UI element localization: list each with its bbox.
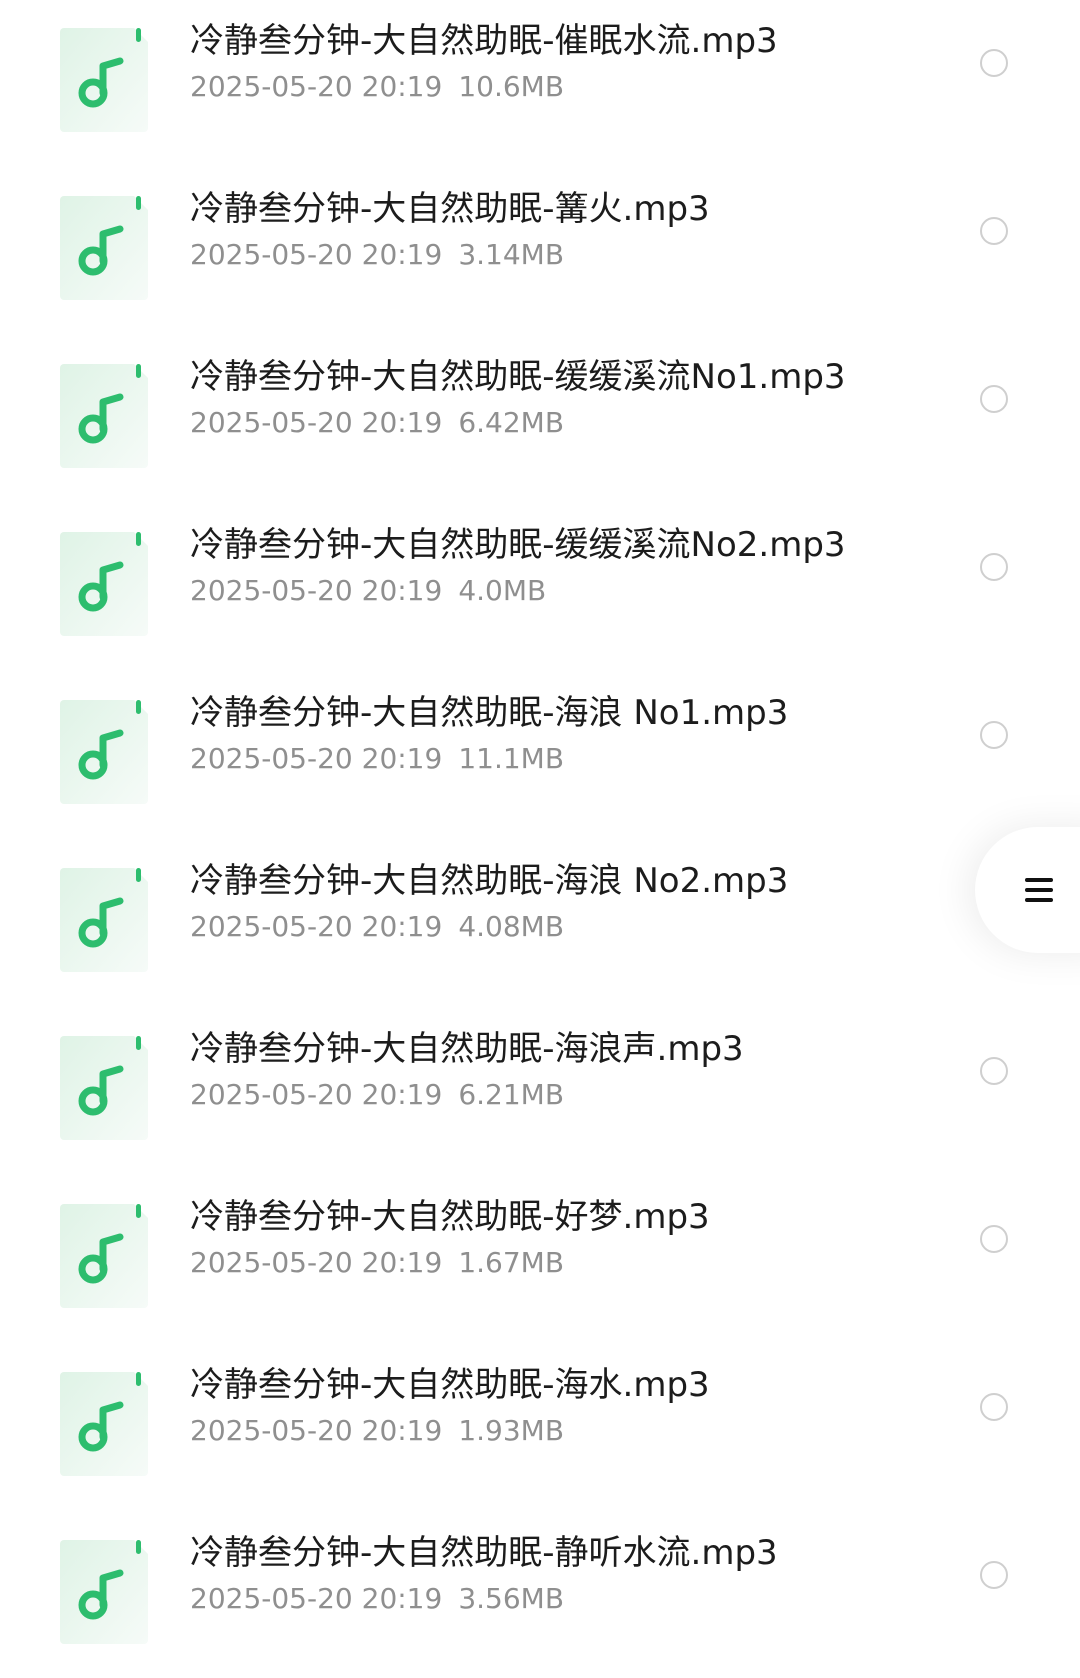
file-text: 冷静叁分钟-大自然助眠-篝火.mp3 2025-05-20 20:19 3.14MB (190, 186, 950, 275)
file-name: 冷静叁分钟-大自然助眠-海水.mp3 (190, 1365, 710, 1405)
file-name: 冷静叁分钟-大自然助眠-篝火.mp3 (190, 189, 710, 229)
file-meta: 2025-05-20 20:19 1.67MB (190, 1243, 950, 1283)
file-row[interactable]: 冷静叁分钟-大自然助眠-缓缓溪流No1.mp3 2025-05-20 20:19 6… (0, 334, 1080, 502)
file-date: 2025-05-20 20:19 (190, 1246, 443, 1279)
file-row[interactable]: 冷静叁分钟-大自然助眠-篝火.mp3 2025-05-20 20:19 3.14MB (0, 166, 1080, 334)
file-name: 冷静叁分钟-大自然助眠-海浪声.mp3 (190, 1029, 744, 1069)
file-date: 2025-05-20 20:19 (190, 742, 443, 775)
music-note-icon (60, 532, 148, 636)
file-date: 2025-05-20 20:19 (190, 910, 443, 943)
file-row[interactable]: 冷静叁分钟-大自然助眠-好梦.mp3 2025-05-20 20:19 1.67MB (0, 1174, 1080, 1342)
file-name: 冷静叁分钟-大自然助眠-静听水流.mp3 (190, 1533, 778, 1573)
music-note-icon (60, 364, 148, 468)
file-date: 2025-05-20 20:19 (190, 238, 443, 271)
music-note-icon (60, 1036, 148, 1140)
file-row[interactable]: 冷静叁分钟-大自然助眠-海浪 No1.mp3 2025-05-20 20:19 11… (0, 670, 1080, 838)
file-size: 10.6MB (458, 70, 565, 103)
music-note-icon (60, 700, 148, 804)
file-meta: 2025-05-20 20:19 6.21MB (190, 1075, 950, 1115)
file-text: 冷静叁分钟-大自然助眠-海浪 No1.mp3 2025-05-20 20:19 11… (190, 690, 950, 779)
file-row[interactable]: 冷静叁分钟-大自然助眠-缓缓溪流No2.mp3 2025-05-20 20:19 4… (0, 502, 1080, 670)
select-radio[interactable] (980, 1225, 1008, 1253)
music-note-icon (60, 196, 148, 300)
file-meta: 2025-05-20 20:19 3.14MB (190, 235, 950, 275)
file-date: 2025-05-20 20:19 (190, 1078, 443, 1111)
file-meta: 2025-05-20 20:19 10.6MB (190, 67, 950, 107)
select-radio[interactable] (980, 1057, 1008, 1085)
file-text: 冷静叁分钟-大自然助眠-缓缓溪流No1.mp3 2025-05-20 20:19 6… (190, 354, 950, 443)
file-name: 冷静叁分钟-大自然助眠-缓缓溪流No2.mp3 (190, 525, 846, 565)
select-radio[interactable] (980, 385, 1008, 413)
file-date: 2025-05-20 20:19 (190, 1582, 443, 1615)
file-meta: 2025-05-20 20:19 4.0MB (190, 571, 950, 611)
file-size: 11.1MB (458, 742, 565, 775)
file-size: 1.93MB (458, 1414, 565, 1447)
file-text: 冷静叁分钟-大自然助眠-静听水流.mp3 2025-05-20 20:19 3.56… (190, 1530, 950, 1619)
file-date: 2025-05-20 20:19 (190, 574, 443, 607)
file-date: 2025-05-20 20:19 (190, 70, 443, 103)
select-radio[interactable] (980, 1393, 1008, 1421)
file-row[interactable]: 冷静叁分钟-大自然助眠-海水.mp3 2025-05-20 20:19 1.93MB (0, 1342, 1080, 1510)
select-radio[interactable] (980, 1561, 1008, 1589)
music-note-icon (60, 868, 148, 972)
file-list: 冷静叁分钟-大自然助眠-催眠水流.mp3 2025-05-20 20:19 10.6… (0, 0, 1080, 1678)
file-row[interactable]: 冷静叁分钟-大自然助眠-海浪 No2.mp3 2025-05-20 20:19 4.… (0, 838, 1080, 1006)
select-radio[interactable] (980, 49, 1008, 77)
file-size: 3.14MB (458, 238, 565, 271)
file-text: 冷静叁分钟-大自然助眠-海浪 No2.mp3 2025-05-20 20:19 4.… (190, 858, 950, 947)
file-date: 2025-05-20 20:19 (190, 406, 443, 439)
music-note-icon (60, 28, 148, 132)
file-name: 冷静叁分钟-大自然助眠-海浪 No1.mp3 (190, 693, 789, 733)
file-text: 冷静叁分钟-大自然助眠-海浪声.mp3 2025-05-20 20:19 6.21M… (190, 1026, 950, 1115)
select-radio[interactable] (980, 553, 1008, 581)
file-name: 冷静叁分钟-大自然助眠-好梦.mp3 (190, 1197, 710, 1237)
file-meta: 2025-05-20 20:19 3.56MB (190, 1579, 950, 1619)
menu-icon[interactable] (1023, 874, 1055, 906)
file-name: 冷静叁分钟-大自然助眠-催眠水流.mp3 (190, 21, 778, 61)
file-text: 冷静叁分钟-大自然助眠-缓缓溪流No2.mp3 2025-05-20 20:19 4… (190, 522, 950, 611)
file-text: 冷静叁分钟-大自然助眠-催眠水流.mp3 2025-05-20 20:19 10.6… (190, 18, 950, 107)
file-size: 4.0MB (458, 574, 547, 607)
file-size: 1.67MB (458, 1246, 565, 1279)
file-meta: 2025-05-20 20:19 6.42MB (190, 403, 950, 443)
file-size: 4.08MB (458, 910, 565, 943)
select-radio[interactable] (980, 217, 1008, 245)
file-meta: 2025-05-20 20:19 1.93MB (190, 1411, 950, 1451)
music-note-icon (60, 1540, 148, 1644)
file-name: 冷静叁分钟-大自然助眠-缓缓溪流No1.mp3 (190, 357, 846, 397)
file-size: 6.21MB (458, 1078, 565, 1111)
music-note-icon (60, 1204, 148, 1308)
file-meta: 2025-05-20 20:19 11.1MB (190, 739, 950, 779)
file-date: 2025-05-20 20:19 (190, 1414, 443, 1447)
file-row[interactable]: 冷静叁分钟-大自然助眠-催眠水流.mp3 2025-05-20 20:19 10.6… (0, 0, 1080, 166)
file-text: 冷静叁分钟-大自然助眠-海水.mp3 2025-05-20 20:19 1.93MB (190, 1362, 950, 1451)
music-note-icon (60, 1372, 148, 1476)
file-meta: 2025-05-20 20:19 4.08MB (190, 907, 950, 947)
file-size: 6.42MB (458, 406, 565, 439)
file-row[interactable]: 冷静叁分钟-大自然助眠-海浪声.mp3 2025-05-20 20:19 6.21M… (0, 1006, 1080, 1174)
file-text: 冷静叁分钟-大自然助眠-好梦.mp3 2025-05-20 20:19 1.67MB (190, 1194, 950, 1283)
file-row[interactable]: 冷静叁分钟-大自然助眠-静听水流.mp3 2025-05-20 20:19 3.56… (0, 1510, 1080, 1678)
file-size: 3.56MB (458, 1582, 565, 1615)
select-radio[interactable] (980, 721, 1008, 749)
file-name: 冷静叁分钟-大自然助眠-海浪 No2.mp3 (190, 861, 789, 901)
